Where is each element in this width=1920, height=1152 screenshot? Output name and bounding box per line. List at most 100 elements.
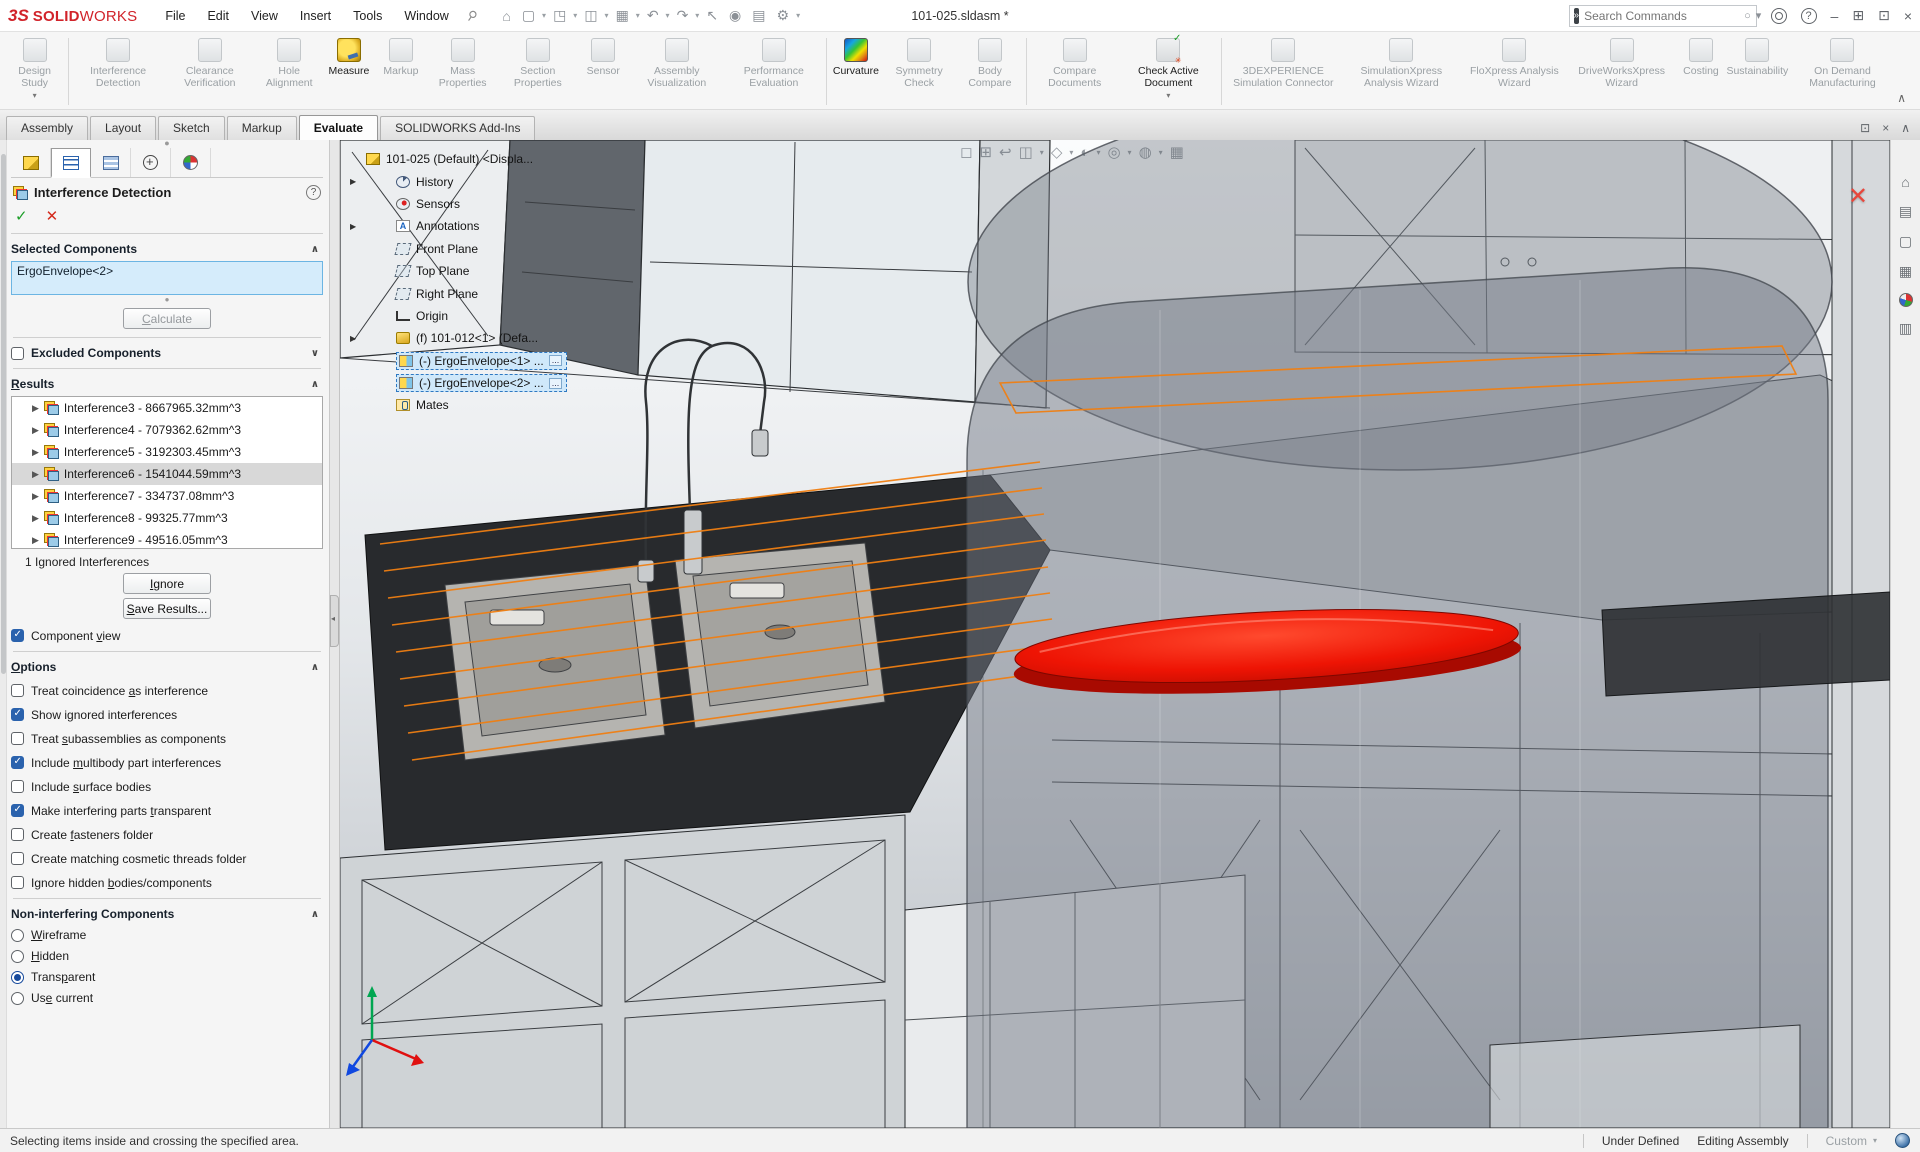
- expand-chevron-icon[interactable]: ▶: [32, 425, 39, 436]
- expand-chevron-icon[interactable]: ▶: [32, 469, 39, 480]
- panel-collapse-tab[interactable]: [330, 595, 339, 647]
- tree-item-f-101-012-1-defa[interactable]: ▶(f) 101-012<1> (Defa...: [350, 327, 567, 349]
- scene-settings-icon[interactable]: ▦: [1170, 143, 1184, 161]
- option-ignore-hidden-bodies-components[interactable]: Ignore hidden bodies/components: [11, 875, 323, 890]
- checkbox[interactable]: [11, 756, 24, 769]
- file-explorer-icon[interactable]: ▢: [1899, 233, 1912, 250]
- restore-button[interactable]: ⊡: [1878, 7, 1890, 24]
- graphics-viewport[interactable]: ◻⊞↩◫▾◇▾◐▾◎▾◍▾▦ 101-025 (Default) <Displa…: [340, 140, 1890, 1128]
- collapse-caret-icon[interactable]: ∧: [311, 379, 323, 390]
- menu-insert[interactable]: Insert: [300, 9, 331, 23]
- section-view-dropdown-icon[interactable]: ▾: [1040, 148, 1044, 157]
- expand-chevron-icon[interactable]: ▶: [32, 447, 39, 458]
- view-palette-icon[interactable]: ▦: [1899, 263, 1912, 280]
- status-custom-dropdown[interactable]: Custom▾: [1826, 1134, 1877, 1148]
- checkbox[interactable]: [11, 708, 24, 721]
- collapse-caret-icon[interactable]: ∧: [311, 662, 323, 673]
- ignore-button[interactable]: Ignore: [123, 573, 211, 594]
- result-item[interactable]: ▶Interference6 - 1541044.59mm^3: [12, 463, 322, 485]
- tree-item-ergoenvelope-1[interactable]: (-) ErgoEnvelope<1> ......: [350, 350, 567, 372]
- checkbox[interactable]: [11, 828, 24, 841]
- tree-expand-icon[interactable]: ▶: [350, 177, 364, 186]
- appearances-scenes-icon[interactable]: [1899, 293, 1913, 307]
- menu-window[interactable]: Window: [404, 9, 448, 23]
- calculate-button[interactable]: Calculate: [123, 308, 211, 329]
- result-item[interactable]: ▶Interference9 - 49516.05mm^3: [12, 529, 322, 549]
- redo-icon[interactable]: ↷: [673, 7, 693, 24]
- checkbox[interactable]: [11, 852, 24, 865]
- dropdown-caret-icon[interactable]: ▾: [1166, 91, 1170, 100]
- tab-display-manager[interactable]: [171, 148, 211, 177]
- ribbon-check-active-document-button[interactable]: Check Active Document▾: [1119, 34, 1217, 109]
- expand-chevron-icon[interactable]: ▶: [32, 513, 39, 524]
- radio-button[interactable]: [11, 992, 24, 1005]
- panel-help-icon[interactable]: ?: [306, 185, 321, 200]
- save-icon[interactable]: ◫: [580, 7, 601, 24]
- design-library-icon[interactable]: ▤: [1899, 203, 1912, 220]
- ribbon-collapse-caret[interactable]: ∧: [1897, 91, 1916, 109]
- result-item[interactable]: ▶Interference5 - 3192303.45mm^3: [12, 441, 322, 463]
- tab-sketch[interactable]: Sketch: [158, 116, 225, 140]
- open-icon[interactable]: ◳: [549, 7, 570, 24]
- option-treat-subassemblies-as-components[interactable]: Treat subassemblies as components: [11, 731, 323, 746]
- cancel-button[interactable]: ✕: [46, 207, 59, 225]
- results-list[interactable]: ▶Interference3 - 8667965.32mm^3▶Interfer…: [11, 396, 323, 549]
- save-results-button[interactable]: Save Results...: [123, 598, 211, 619]
- component-view-checkbox[interactable]: [11, 629, 24, 642]
- file-properties-icon[interactable]: ▤: [748, 7, 769, 24]
- property-manager-scrollbar[interactable]: [0, 140, 7, 1128]
- globe-icon[interactable]: [1895, 1133, 1910, 1148]
- non-interfering-header[interactable]: Non-interfering Components ∧: [11, 907, 323, 921]
- appearances-dropdown-icon[interactable]: ▾: [1159, 148, 1163, 157]
- option-include-multibody-part-interferences[interactable]: Include multibody part interferences: [11, 755, 323, 770]
- tree-item-history[interactable]: ▶History: [350, 170, 567, 192]
- confirmation-corner-cancel-icon[interactable]: ✕: [1848, 182, 1868, 211]
- options-dropdown-icon[interactable]: ▾: [796, 11, 800, 20]
- menu-tools[interactable]: Tools: [353, 9, 382, 23]
- heads-up-view-toolbar[interactable]: ◻⊞↩◫▾◇▾◐▾◎▾◍▾▦: [960, 143, 1184, 161]
- tree-item-ergoenvelope-2[interactable]: (-) ErgoEnvelope<2> ......: [350, 372, 567, 394]
- tab-configuration-manager[interactable]: [91, 148, 131, 177]
- menu-view[interactable]: View: [251, 9, 278, 23]
- hide-show-items-dropdown-icon[interactable]: ▾: [1128, 148, 1132, 157]
- help-icon[interactable]: ?: [1801, 8, 1817, 24]
- tree-item-sensors[interactable]: Sensors: [350, 193, 567, 215]
- panel-splitter[interactable]: [330, 140, 340, 1128]
- option-include-surface-bodies[interactable]: Include surface bodies: [11, 779, 323, 794]
- previous-view-icon[interactable]: ↩: [999, 143, 1012, 161]
- option-treat-coincidence-as-interference[interactable]: Treat coincidence as interference: [11, 683, 323, 698]
- selected-components-header[interactable]: Selected Components ∧: [11, 242, 323, 256]
- view-orientation-icon[interactable]: ◇: [1051, 143, 1063, 161]
- tree-item-annotations[interactable]: ▶AAnnotations: [350, 215, 567, 237]
- document-close-button[interactable]: ×: [1882, 121, 1889, 135]
- zoom-area-icon[interactable]: ⊞: [979, 143, 992, 161]
- radio-button[interactable]: [11, 929, 24, 942]
- tree-item-front-plane[interactable]: Front Plane: [350, 238, 567, 260]
- display-style-dropdown-icon[interactable]: ▾: [1096, 148, 1100, 157]
- user-account-icon[interactable]: [1771, 8, 1787, 24]
- pin-menu-icon[interactable]: ⚲: [463, 6, 480, 25]
- excluded-components-checkbox[interactable]: [11, 347, 24, 360]
- menu-file[interactable]: File: [165, 9, 185, 23]
- menu-edit[interactable]: Edit: [207, 9, 229, 23]
- tab-property-manager[interactable]: [51, 148, 91, 178]
- result-item[interactable]: ▶Interference4 - 7079362.62mm^3: [12, 419, 322, 441]
- zoom-fit-icon[interactable]: ◻: [960, 143, 972, 161]
- option-create-fasteners-folder[interactable]: Create fasteners folder: [11, 827, 323, 842]
- select-icon[interactable]: ↖: [702, 7, 722, 24]
- print-dropdown-icon[interactable]: ▾: [636, 11, 640, 20]
- collapse-caret-icon[interactable]: ∧: [311, 244, 323, 255]
- option-make-interfering-parts-transparent[interactable]: Make interfering parts transparent: [11, 803, 323, 818]
- checkbox[interactable]: [11, 732, 24, 745]
- radio-button[interactable]: [11, 950, 24, 963]
- custom-properties-icon[interactable]: ▥: [1899, 320, 1912, 337]
- radio-use-current[interactable]: Use current: [11, 991, 323, 1005]
- radio-wireframe[interactable]: Wireframe: [11, 928, 323, 942]
- document-restore-button[interactable]: ⊡: [1860, 121, 1870, 135]
- tree-item-right-plane[interactable]: Right Plane: [350, 282, 567, 304]
- panel-grip-dot[interactable]: ●: [11, 140, 323, 148]
- options-icon[interactable]: ⚙: [773, 7, 794, 24]
- expand-caret-icon[interactable]: ∨: [311, 348, 323, 359]
- search-dropdown-icon[interactable]: ▾: [1756, 9, 1762, 22]
- rebuild-icon[interactable]: ◉: [725, 7, 745, 24]
